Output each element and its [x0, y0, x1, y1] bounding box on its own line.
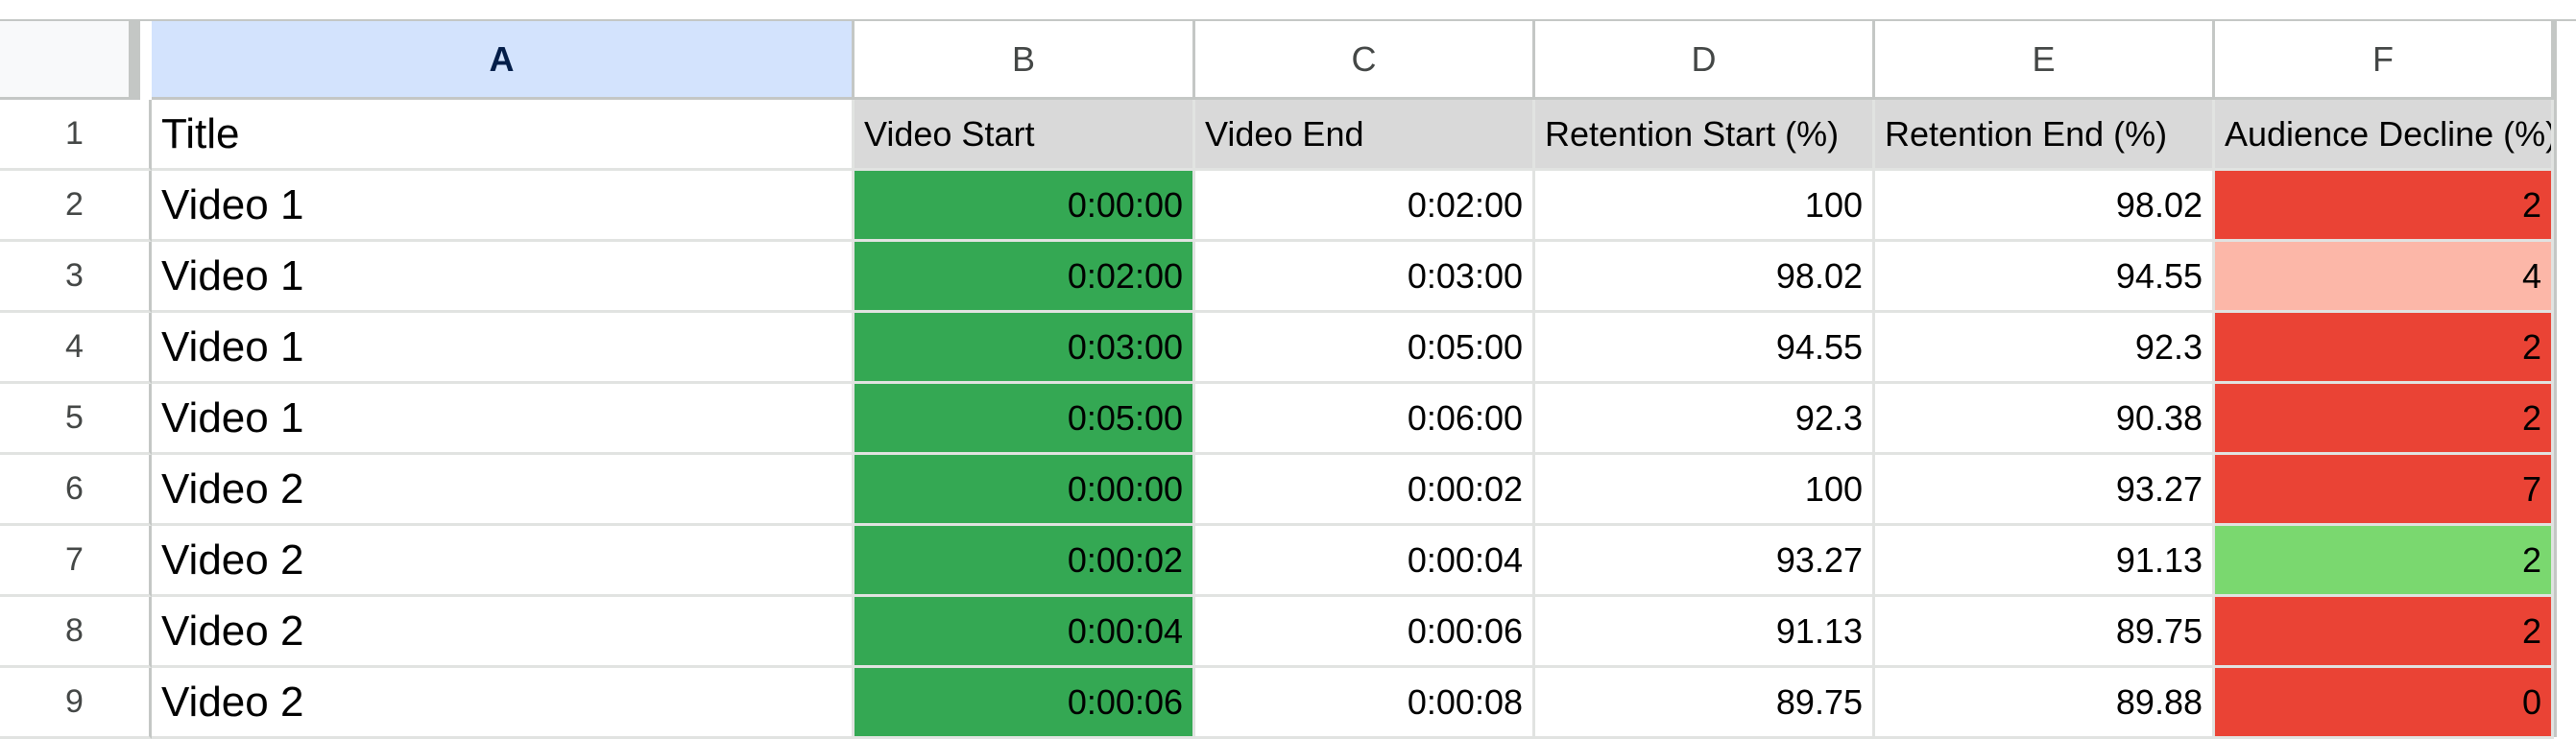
- cell-audience-decline[interactable]: 2: [2215, 171, 2554, 242]
- cell-audience-decline[interactable]: 2: [2215, 384, 2554, 455]
- row-header-4[interactable]: 4: [0, 313, 152, 384]
- column-header-a[interactable]: A: [152, 21, 855, 100]
- cell-retention-end[interactable]: 89.88: [1875, 668, 2215, 739]
- cell-title[interactable]: Video 1: [152, 313, 855, 384]
- row-header-2[interactable]: 2: [0, 171, 152, 242]
- cell-video-end[interactable]: 0:00:02: [1195, 455, 1535, 526]
- spreadsheet-grid: ABCDEF 123456789 Title Video Start Video E…: [0, 0, 2576, 739]
- cell-video-start[interactable]: 0:03:00: [855, 313, 1195, 384]
- cell-title[interactable]: Video 2: [152, 526, 855, 597]
- vertical-scrollbar[interactable]: [2554, 21, 2576, 737]
- row-header-6[interactable]: 6: [0, 455, 152, 526]
- cell-retention-start[interactable]: 89.75: [1535, 668, 1875, 739]
- cell-video-start[interactable]: 0:00:06: [855, 668, 1195, 739]
- cell-retention-end[interactable]: 92.3: [1875, 313, 2215, 384]
- cell-retention-start[interactable]: 94.55: [1535, 313, 1875, 384]
- toolbar-edge: [0, 0, 2576, 21]
- row-header-3[interactable]: 3: [0, 242, 152, 313]
- cell-retention-end[interactable]: 94.55: [1875, 242, 2215, 313]
- cell-title-header[interactable]: Title: [152, 100, 855, 171]
- cell-video-end[interactable]: 0:06:00: [1195, 384, 1535, 455]
- cell-retention-start[interactable]: 100: [1535, 455, 1875, 526]
- cell-video-end[interactable]: 0:00:06: [1195, 597, 1535, 668]
- cell-video-start-header[interactable]: Video Start: [855, 100, 1195, 171]
- cell-video-start[interactable]: 0:00:02: [855, 526, 1195, 597]
- cell-retention-start-header[interactable]: Retention Start (%): [1535, 100, 1875, 171]
- select-all-corner[interactable]: [0, 21, 140, 100]
- cell-audience-decline[interactable]: 2: [2215, 526, 2554, 597]
- row-header-1[interactable]: 1: [0, 100, 152, 171]
- cell-retention-start[interactable]: 92.3: [1535, 384, 1875, 455]
- column-header-b[interactable]: B: [855, 21, 1195, 100]
- column-header-e[interactable]: E: [1875, 21, 2215, 100]
- column-header-d[interactable]: D: [1535, 21, 1875, 100]
- row-header-8[interactable]: 8: [0, 597, 152, 668]
- cell-retention-end-header[interactable]: Retention End (%): [1875, 100, 2215, 171]
- row-header-9[interactable]: 9: [0, 668, 152, 739]
- cell-retention-start[interactable]: 100: [1535, 171, 1875, 242]
- cell-audience-decline[interactable]: 4: [2215, 242, 2554, 313]
- cell-retention-start[interactable]: 93.27: [1535, 526, 1875, 597]
- cell-retention-start[interactable]: 91.13: [1535, 597, 1875, 668]
- row-header-5[interactable]: 5: [0, 384, 152, 455]
- cell-video-end[interactable]: 0:00:08: [1195, 668, 1535, 739]
- cell-retention-end[interactable]: 91.13: [1875, 526, 2215, 597]
- cell-video-start[interactable]: 0:00:00: [855, 171, 1195, 242]
- cell-video-start[interactable]: 0:02:00: [855, 242, 1195, 313]
- cell-retention-end[interactable]: 90.38: [1875, 384, 2215, 455]
- cell-video-start[interactable]: 0:05:00: [855, 384, 1195, 455]
- column-header-f[interactable]: F: [2215, 21, 2554, 100]
- cell-video-start[interactable]: 0:00:04: [855, 597, 1195, 668]
- cell-retention-end[interactable]: 98.02: [1875, 171, 2215, 242]
- cell-audience-decline[interactable]: 2: [2215, 313, 2554, 384]
- cell-video-end[interactable]: 0:03:00: [1195, 242, 1535, 313]
- cell-video-end-header[interactable]: Video End: [1195, 100, 1535, 171]
- cell-title[interactable]: Video 1: [152, 384, 855, 455]
- cell-audience-decline[interactable]: 2: [2215, 597, 2554, 668]
- cell-title[interactable]: Video 2: [152, 455, 855, 526]
- cell-title[interactable]: Video 1: [152, 171, 855, 242]
- cell-retention-end[interactable]: 93.27: [1875, 455, 2215, 526]
- cell-video-start[interactable]: 0:00:00: [855, 455, 1195, 526]
- cell-retention-end[interactable]: 89.75: [1875, 597, 2215, 668]
- cell-video-end[interactable]: 0:02:00: [1195, 171, 1535, 242]
- cell-title[interactable]: Video 2: [152, 668, 855, 739]
- row-header-7[interactable]: 7: [0, 526, 152, 597]
- cell-title[interactable]: Video 1: [152, 242, 855, 313]
- column-header-c[interactable]: C: [1195, 21, 1535, 100]
- cell-video-end[interactable]: 0:00:04: [1195, 526, 1535, 597]
- cell-audience-decline[interactable]: 0: [2215, 668, 2554, 739]
- cell-audience-decline-header[interactable]: Audience Decline (%): [2215, 100, 2554, 171]
- cell-retention-start[interactable]: 98.02: [1535, 242, 1875, 313]
- cell-audience-decline[interactable]: 7: [2215, 455, 2554, 526]
- cell-title[interactable]: Video 2: [152, 597, 855, 668]
- cell-video-end[interactable]: 0:05:00: [1195, 313, 1535, 384]
